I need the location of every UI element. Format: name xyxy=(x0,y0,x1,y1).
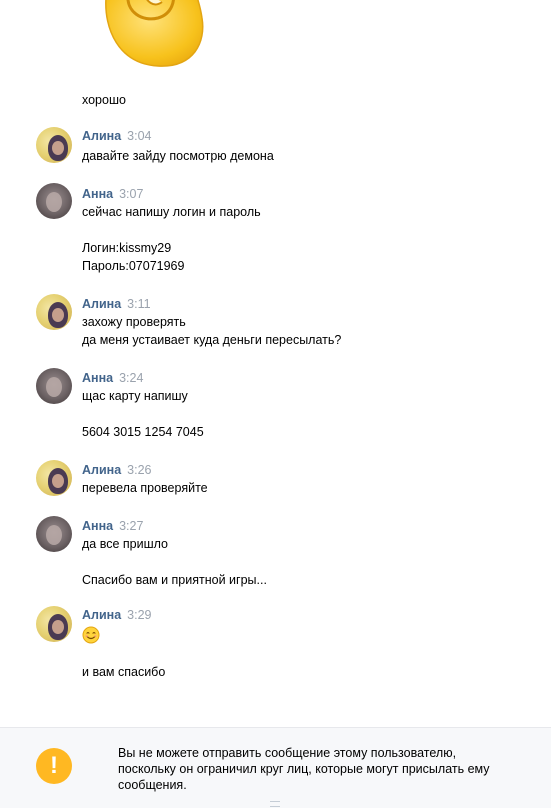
avatar-alina[interactable] xyxy=(36,127,72,163)
author-name[interactable]: Анна xyxy=(82,187,113,201)
message-text: захожу проверять xyxy=(82,315,186,329)
author-name[interactable]: Алина xyxy=(82,297,121,311)
author-name[interactable]: Анна xyxy=(82,371,113,385)
message-time[interactable]: 3:04 xyxy=(127,129,151,143)
message-text: и вам спасибо xyxy=(82,665,166,679)
message-header: Анна 3:07 xyxy=(82,185,143,203)
message-time[interactable]: 3:27 xyxy=(119,519,143,533)
warning-icon: ! xyxy=(36,748,72,784)
author-name[interactable]: Алина xyxy=(82,463,121,477)
message-header: Алина 3:29 xyxy=(82,606,152,624)
author-name[interactable]: Алина xyxy=(82,129,121,143)
avatar-alina[interactable] xyxy=(36,606,72,642)
message-header: Алина 3:26 xyxy=(82,461,152,479)
message-text: да меня устаивает куда деньги пересылать… xyxy=(82,333,342,347)
notice-text: Вы не можете отправить сообщение этому п… xyxy=(118,746,490,792)
message-header: Алина 3:11 xyxy=(82,295,151,313)
message-text: давайте зайду посмотрю демона xyxy=(82,149,274,163)
avatar-alina[interactable] xyxy=(36,294,72,330)
smile-emoji-icon xyxy=(82,626,100,644)
message-text: Пароль:07071969 xyxy=(82,259,185,273)
author-name[interactable]: Алина xyxy=(82,608,121,622)
message-time[interactable]: 3:24 xyxy=(119,371,143,385)
message-text: Спасибо вам и приятной игры... xyxy=(82,573,267,587)
message-time[interactable]: 3:29 xyxy=(127,608,151,622)
avatar-anna[interactable] xyxy=(36,183,72,219)
message-text: щас карту напишу xyxy=(82,389,188,403)
author-name[interactable]: Анна xyxy=(82,519,113,533)
message-header: Анна 3:27 xyxy=(82,517,143,535)
ok-hand-sticker xyxy=(105,0,204,67)
avatar-anna[interactable] xyxy=(36,516,72,552)
resize-grip-icon[interactable] xyxy=(270,801,280,807)
message-time[interactable]: 3:07 xyxy=(119,187,143,201)
message-text: Логин:kissmy29 xyxy=(82,241,172,255)
cannot-send-notice: ! Вы не можете отправить сообщение этому… xyxy=(0,728,551,808)
message-header: Алина 3:04 xyxy=(82,127,152,145)
message-header: Анна 3:24 xyxy=(82,369,143,387)
message-text: перевела проверяйте xyxy=(82,481,208,495)
message-text: да все пришло xyxy=(82,537,169,551)
message-text: 5604 3015 1254 7045 xyxy=(82,425,204,439)
message-time[interactable]: 3:26 xyxy=(127,463,151,477)
message-time[interactable]: 3:11 xyxy=(127,297,150,311)
avatar-alina[interactable] xyxy=(36,460,72,496)
message-text: сейчас напишу логин и пароль xyxy=(82,205,261,219)
avatar-anna[interactable] xyxy=(36,368,72,404)
message-text: хорошо xyxy=(82,93,126,107)
